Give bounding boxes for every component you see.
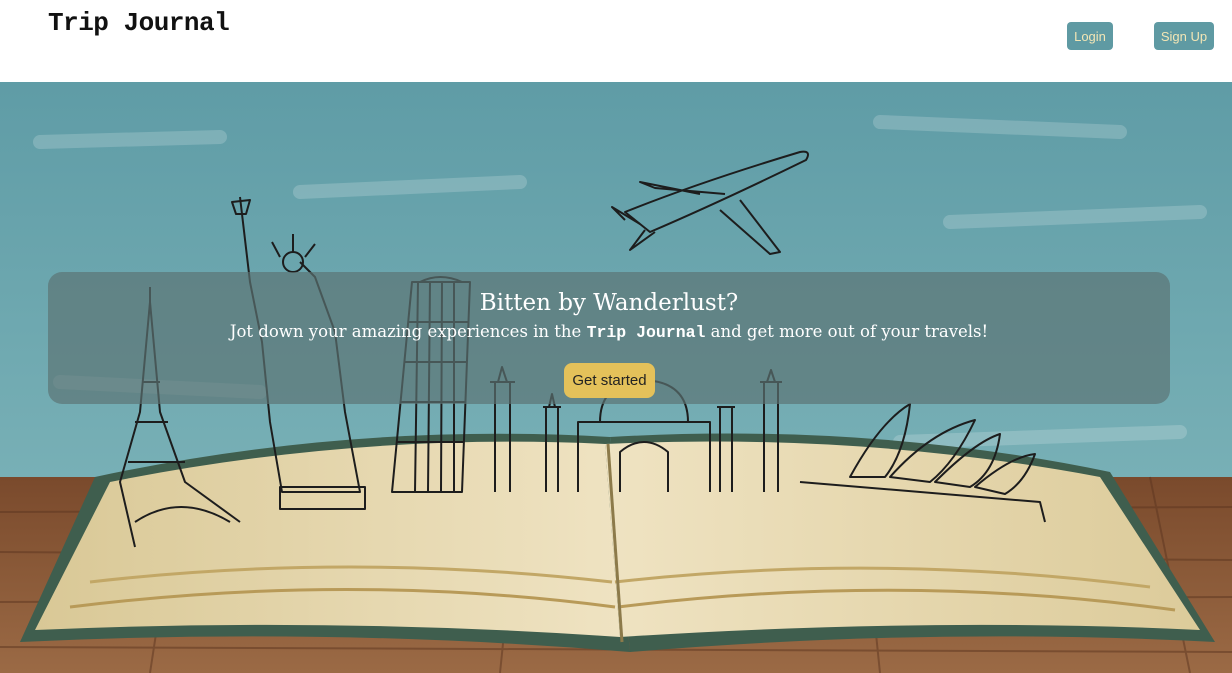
hero-title: Bitten by Wanderlust? — [479, 290, 739, 316]
open-book-illustration — [20, 433, 1215, 652]
hero-subtitle: Jot down your amazing experiences in the… — [48, 322, 1170, 342]
hero-banner: Bitten by Wanderlust? Jot down your amaz… — [48, 272, 1170, 404]
subtitle-text-start: Jot down your amazing experiences in the — [229, 322, 587, 341]
signup-button[interactable]: Sign Up — [1154, 22, 1214, 50]
hero-section: Bitten by Wanderlust? Jot down your amaz… — [0, 82, 1232, 673]
login-button[interactable]: Login — [1067, 22, 1113, 50]
subtitle-brand-name: Trip Journal — [586, 323, 706, 342]
navbar: Trip Journal Login Sign Up — [0, 0, 1232, 82]
get-started-button[interactable]: Get started — [564, 363, 655, 398]
subtitle-text-end: and get more out of your travels! — [705, 322, 989, 341]
brand-logo[interactable]: Trip Journal — [48, 8, 230, 38]
